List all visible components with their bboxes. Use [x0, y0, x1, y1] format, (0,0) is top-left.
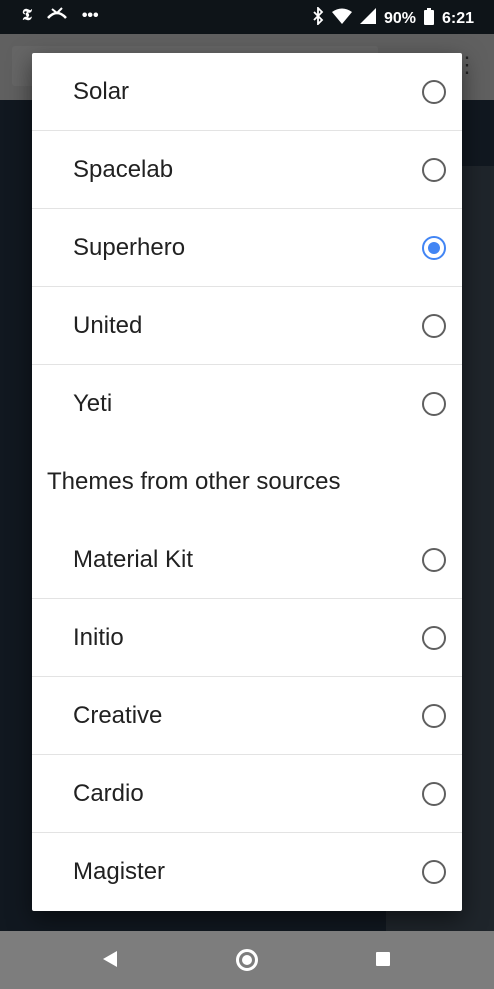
theme-option-label: Creative — [73, 701, 163, 729]
battery-icon — [423, 7, 434, 30]
radio-button[interactable] — [422, 625, 446, 650]
theme-option-yeti[interactable]: Yeti — [32, 365, 462, 443]
theme-option-label: Superhero — [73, 233, 186, 261]
nyt-icon: 𝕿 — [22, 6, 32, 24]
wifi-icon — [331, 8, 352, 29]
theme-chooser-dialog: Solar Spacelab Superhero United Yeti The… — [32, 53, 462, 911]
radio-button[interactable] — [422, 392, 446, 416]
radio-button[interactable] — [422, 860, 446, 884]
section-header: Themes from other sources — [32, 443, 462, 521]
theme-option-magister[interactable]: Magister — [32, 833, 462, 911]
status-bar-right: 90% 6:21 — [312, 5, 474, 30]
navigation-bar — [0, 931, 494, 989]
theme-option-label: Material Kit — [73, 545, 194, 573]
back-icon[interactable] — [103, 951, 117, 967]
radio-button[interactable] — [422, 79, 446, 104]
theme-option-spacelab[interactable]: Spacelab — [32, 131, 462, 209]
theme-option-material-kit[interactable]: Material Kit — [32, 521, 462, 599]
home-icon[interactable] — [236, 949, 258, 971]
more-notifications-icon: ••• — [81, 6, 99, 24]
theme-option-cardio[interactable]: Cardio — [32, 755, 462, 833]
missed-call-icon — [46, 6, 68, 25]
theme-option-initio[interactable]: Initio — [32, 599, 462, 677]
status-bar-left: 𝕿 ••• — [22, 6, 99, 25]
theme-option-label: Magister — [73, 858, 166, 885]
clock: 6:21 — [441, 9, 474, 27]
radio-button[interactable] — [422, 157, 446, 182]
theme-option-united[interactable]: United — [32, 287, 462, 365]
theme-option-label: Spacelab — [73, 155, 174, 183]
status-bar: 𝕿 ••• 90% 6:21 — [0, 0, 494, 34]
section-header-label: Themes from other sources — [47, 468, 341, 495]
theme-option-solar[interactable]: Solar — [32, 53, 462, 131]
radio-button[interactable] — [422, 547, 446, 572]
theme-option-label: Yeti — [73, 390, 113, 417]
radio-button[interactable] — [422, 703, 446, 728]
theme-option-creative[interactable]: Creative — [32, 677, 462, 755]
radio-button-checked[interactable] — [422, 235, 446, 260]
battery-percent: 90% — [383, 9, 416, 27]
theme-option-label: Solar — [73, 77, 130, 105]
radio-button[interactable] — [422, 781, 446, 806]
theme-option-superhero[interactable]: Superhero — [32, 209, 462, 287]
radio-button[interactable] — [422, 313, 446, 338]
recent-apps-icon[interactable] — [376, 952, 390, 966]
theme-option-label: Cardio — [73, 779, 144, 807]
theme-option-label: Initio — [73, 623, 124, 651]
bluetooth-icon — [312, 5, 324, 30]
theme-option-label: United — [73, 311, 143, 339]
cell-signal-icon — [359, 8, 376, 29]
